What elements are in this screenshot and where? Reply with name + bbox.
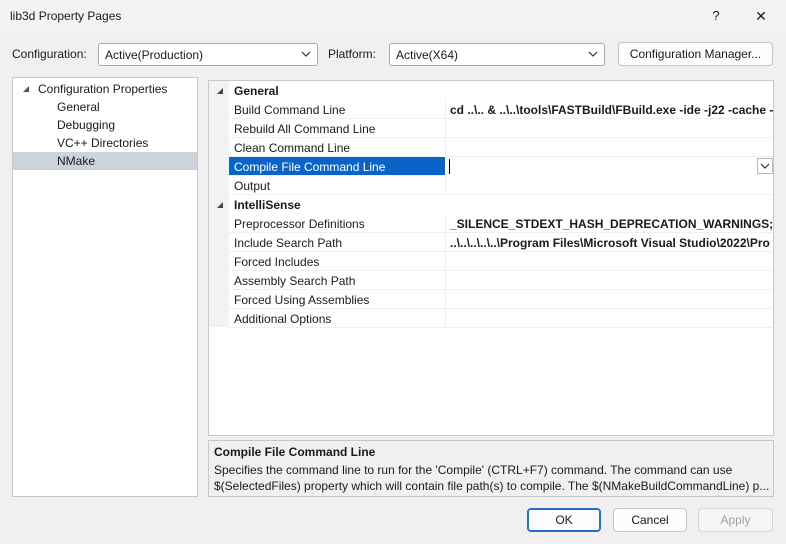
property-value-cell — [445, 176, 773, 195]
tree-item-label: General — [57, 100, 100, 114]
tree-item-label: Configuration Properties — [38, 82, 168, 96]
platform-dropdown[interactable]: Active(X64) — [389, 43, 605, 66]
help-button[interactable]: ? — [700, 5, 732, 27]
property-value: cd ..\.. & ..\..\tools\FASTBuild\FBuild.… — [450, 103, 774, 117]
configuration-manager-button[interactable]: Configuration Manager... — [618, 42, 773, 66]
property-grid: General Build Command Line cd ..\.. & ..… — [208, 80, 774, 436]
property-row[interactable]: Forced Includes — [209, 252, 773, 271]
chevron-down-icon — [301, 51, 311, 57]
property-name-cell: Rebuild All Command Line — [229, 119, 445, 138]
description-text: Specifies the command line to run for th… — [214, 463, 770, 493]
property-name: Forced Using Assemblies — [234, 293, 370, 307]
configuration-value: Active(Production) — [105, 48, 204, 62]
tree-item-debugging[interactable]: Debugging — [13, 116, 197, 134]
category-label: IntelliSense — [234, 198, 301, 212]
property-value: ..\..\..\..\..\Program Files\Microsoft V… — [450, 236, 770, 250]
cancel-button[interactable]: Cancel — [613, 508, 687, 532]
property-value-cell — [445, 271, 773, 290]
value-dropdown-button[interactable] — [757, 158, 773, 174]
ok-button[interactable]: OK — [527, 508, 601, 532]
property-name: Preprocessor Definitions — [234, 217, 365, 231]
property-name: Additional Options — [234, 312, 332, 326]
tree-item-vc-directories[interactable]: VC++ Directories — [13, 134, 197, 152]
property-name-cell: Build Command Line — [229, 100, 445, 119]
text-caret — [449, 159, 450, 174]
property-name-cell: Assembly Search Path — [229, 271, 445, 290]
property-name-cell: Additional Options — [229, 309, 445, 328]
tree-item-configuration-properties[interactable]: Configuration Properties — [13, 80, 197, 98]
property-value-cell: ..\..\..\..\..\Program Files\Microsoft V… — [445, 233, 773, 252]
platform-value: Active(X64) — [396, 48, 459, 62]
tree-item-nmake[interactable]: NMake — [13, 152, 197, 170]
category-label: General — [234, 84, 279, 98]
property-row[interactable]: Output — [209, 176, 773, 195]
property-name: Output — [234, 179, 271, 193]
tree-item-label: Debugging — [57, 118, 116, 132]
property-value-cell — [445, 138, 773, 157]
collapse-arrow-icon[interactable] — [215, 86, 225, 96]
property-name-cell: Include Search Path — [229, 233, 445, 252]
chevron-down-icon — [760, 163, 770, 169]
property-value-cell: _SILENCE_STDEXT_HASH_DEPRECATION_WARNING… — [445, 214, 774, 233]
property-name: Include Search Path — [234, 236, 343, 250]
property-row[interactable]: Forced Using Assemblies — [209, 290, 773, 309]
property-row[interactable]: Include Search Path ..\..\..\..\..\Progr… — [209, 233, 773, 252]
apply-button[interactable]: Apply — [698, 508, 773, 532]
property-row[interactable]: Preprocessor Definitions _SILENCE_STDEXT… — [209, 214, 774, 233]
configuration-label: Configuration: — [12, 47, 87, 61]
property-value-cell — [445, 119, 773, 138]
description-title: Compile File Command Line — [214, 445, 376, 459]
property-value-cell — [445, 309, 773, 328]
property-name-cell: Forced Includes — [229, 252, 445, 271]
tree-item-general[interactable]: General — [13, 98, 197, 116]
property-row[interactable]: Clean Command Line — [209, 138, 773, 157]
category-intellisense[interactable]: IntelliSense — [209, 195, 773, 214]
property-row-selected[interactable]: Compile File Command Line — [209, 157, 773, 176]
property-name: Compile File Command Line — [234, 160, 386, 174]
property-name-cell: Compile File Command Line — [229, 157, 445, 176]
property-value-cell — [445, 290, 773, 309]
category-general[interactable]: General — [209, 81, 773, 100]
property-value: _SILENCE_STDEXT_HASH_DEPRECATION_WARNING… — [450, 217, 774, 231]
tree-item-label: NMake — [57, 154, 96, 168]
close-button[interactable]: ✕ — [745, 5, 777, 27]
property-row[interactable]: Build Command Line cd ..\.. & ..\..\tool… — [209, 100, 774, 119]
property-name-cell: Clean Command Line — [229, 138, 445, 157]
window-title: lib3d Property Pages — [10, 9, 122, 23]
property-name: Assembly Search Path — [234, 274, 356, 288]
property-name-cell: Preprocessor Definitions — [229, 214, 445, 233]
property-row[interactable]: Additional Options — [209, 309, 773, 328]
property-name: Build Command Line — [234, 103, 346, 117]
chevron-down-icon — [588, 51, 598, 57]
expanded-arrow-icon — [23, 86, 29, 92]
property-name: Rebuild All Command Line — [234, 122, 376, 136]
property-value-editor[interactable] — [445, 157, 773, 176]
platform-label: Platform: — [328, 47, 377, 61]
property-tree: Configuration Properties General Debuggi… — [12, 77, 198, 497]
property-name: Forced Includes — [234, 255, 320, 269]
configuration-dropdown[interactable]: Active(Production) — [98, 43, 318, 66]
property-row[interactable]: Assembly Search Path — [209, 271, 773, 290]
property-row[interactable]: Rebuild All Command Line — [209, 119, 773, 138]
property-name-cell: Output — [229, 176, 445, 195]
property-name: Clean Command Line — [234, 141, 351, 155]
tree-item-label: VC++ Directories — [57, 136, 149, 150]
description-panel: Compile File Command Line Specifies the … — [208, 440, 774, 497]
property-name-cell: Forced Using Assemblies — [229, 290, 445, 309]
property-value-cell: cd ..\.. & ..\..\tools\FASTBuild\FBuild.… — [445, 100, 774, 119]
property-value-cell — [445, 252, 773, 271]
title-bar: lib3d Property Pages ? ✕ — [0, 0, 786, 32]
collapse-arrow-icon[interactable] — [215, 200, 225, 210]
